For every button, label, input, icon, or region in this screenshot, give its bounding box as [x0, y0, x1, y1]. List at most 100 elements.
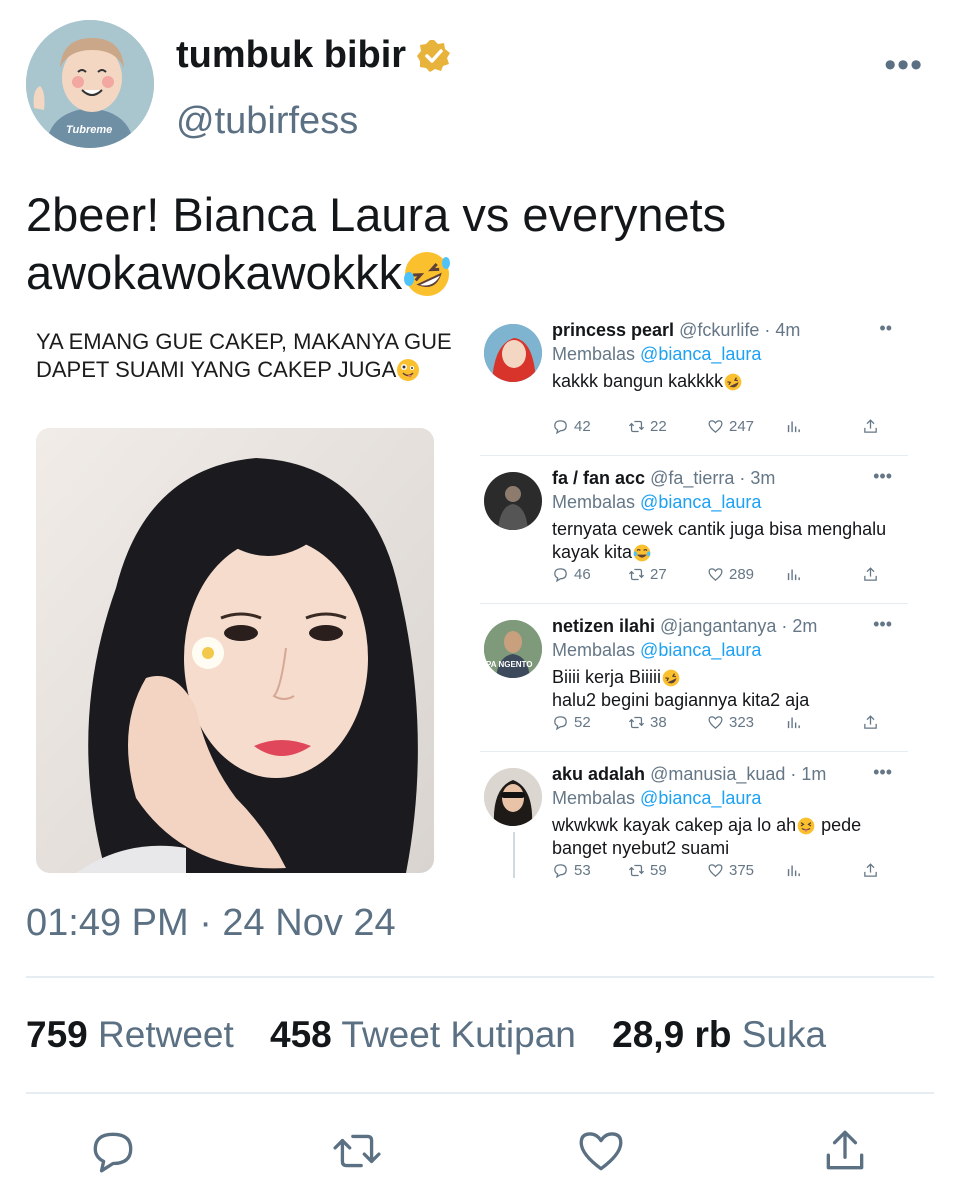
- analytics-icon: [787, 421, 800, 433]
- avatar-shirt-text: Tubreme: [66, 124, 113, 136]
- reply-body: kakkk bangun kakkkk: [552, 370, 892, 393]
- reply-meta: @jangantanya · 2m: [660, 616, 818, 636]
- verified-badge-icon: [417, 39, 451, 72]
- reply-name[interactable]: aku adalah: [552, 764, 645, 784]
- comment-icon: [554, 568, 567, 583]
- comment-icon: [93, 1132, 133, 1173]
- display-name[interactable]: tumbuk bibir: [176, 34, 452, 77]
- retweet-button[interactable]: [332, 1126, 382, 1176]
- reply-avatar[interactable]: [484, 472, 542, 530]
- share-icon: [864, 715, 877, 729]
- quotes-label: Tweet Kutipan: [341, 1014, 576, 1055]
- heart-icon: [579, 1132, 623, 1171]
- reply-to-link[interactable]: @bianca_laura: [640, 344, 761, 364]
- reply-comment-action[interactable]: 46: [552, 566, 591, 583]
- reply-like-action[interactable]: 323: [707, 714, 754, 731]
- reply-body-line1: Biiii kerja Biiiii: [552, 667, 662, 687]
- divider: [26, 976, 934, 978]
- retweets-stat[interactable]: 759 Retweet: [26, 1014, 234, 1055]
- reply-to-link[interactable]: @bianca_laura: [640, 492, 761, 512]
- reply-name[interactable]: fa / fan acc: [552, 468, 645, 488]
- reply-comment-count: 42: [574, 418, 591, 435]
- reply-share-action[interactable]: [862, 714, 879, 731]
- reply-item[interactable]: PA NGENTO netizen ilahi @jangantanya · 2…: [480, 604, 908, 752]
- reply-analytics-action[interactable]: [785, 418, 802, 435]
- reply-item[interactable]: aku adalah @manusia_kuad · 1m ••• Membal…: [480, 752, 908, 878]
- reply-actions: 52 38 323: [552, 714, 882, 736]
- reply-analytics-action[interactable]: [785, 714, 802, 731]
- reply-body-part1: wkwkwk kayak cakep aja lo ah: [552, 815, 797, 835]
- reply-more-icon[interactable]: •••: [873, 614, 892, 635]
- heart-icon: [708, 716, 723, 729]
- display-name-text: tumbuk bibir: [176, 34, 407, 76]
- reply-item[interactable]: princess pearl @fckurlife · 4m •• Membal…: [480, 318, 908, 456]
- reply-to-label: Membalas: [552, 640, 636, 660]
- tweet-media[interactable]: YA EMANG GUE CAKEP, MAKANYA GUE DAPET SU…: [26, 318, 908, 878]
- reply-analytics-action[interactable]: [785, 862, 802, 878]
- reply-like-count: 289: [729, 566, 755, 583]
- reply-name[interactable]: princess pearl: [552, 320, 674, 340]
- handle[interactable]: @tubirfess: [176, 100, 358, 143]
- quotes-stat[interactable]: 458 Tweet Kutipan: [270, 1014, 576, 1055]
- reply-like-action[interactable]: 375: [707, 862, 754, 878]
- reply-retweet-count: 59: [650, 862, 667, 878]
- reply-share-action[interactable]: [862, 418, 879, 435]
- tweet-timestamp[interactable]: 01:49 PM · 24 Nov 24: [26, 902, 396, 945]
- selfie-photo[interactable]: [36, 428, 434, 873]
- reply-like-action[interactable]: 247: [707, 418, 754, 435]
- reply-header: aku adalah @manusia_kuad · 1m: [552, 764, 826, 785]
- reply-like-count: 375: [729, 862, 755, 878]
- reply-to-line: Membalas @bianca_laura: [552, 788, 761, 809]
- divider: [26, 1092, 934, 1094]
- reply-like-action[interactable]: 289: [707, 566, 754, 583]
- reply-retweet-count: 22: [650, 418, 667, 435]
- analytics-icon: [787, 865, 800, 877]
- retweets-label: Retweet: [98, 1014, 234, 1055]
- reply-share-action[interactable]: [862, 566, 879, 583]
- reply-more-icon[interactable]: ••: [879, 318, 892, 339]
- reply-actions: 53 59 375: [552, 862, 882, 878]
- reply-comment-action[interactable]: 42: [552, 418, 591, 435]
- reply-retweet-action[interactable]: 22: [628, 418, 667, 435]
- reply-comment-action[interactable]: 52: [552, 714, 591, 731]
- engagement-stats: 759 Retweet 458 Tweet Kutipan 28,9 rb Su…: [26, 1014, 826, 1056]
- heart-icon: [708, 568, 723, 581]
- reply-avatar[interactable]: [484, 768, 542, 826]
- reply-more-icon[interactable]: •••: [873, 762, 892, 783]
- reply-retweet-action[interactable]: 59: [628, 862, 667, 878]
- reply-button[interactable]: [88, 1126, 138, 1176]
- share-button[interactable]: [820, 1126, 870, 1176]
- reply-to-line: Membalas @bianca_laura: [552, 344, 761, 365]
- reply-to-link[interactable]: @bianca_laura: [640, 640, 761, 660]
- rofl-emoji-icon: [724, 373, 742, 391]
- tweet-action-bar: [0, 1126, 959, 1182]
- reply-body-line2: halu2 begini bagiannya kita2 aja: [552, 690, 810, 710]
- retweet-icon: [628, 864, 645, 877]
- reply-meta: @fckurlife · 4m: [679, 320, 801, 340]
- reply-avatar[interactable]: [484, 324, 542, 382]
- reply-item[interactable]: fa / fan acc @fa_tierra · 3m ••• Membala…: [480, 456, 908, 604]
- profile-avatar[interactable]: Tubreme: [26, 20, 154, 148]
- reply-like-count: 247: [729, 418, 755, 435]
- more-options-icon[interactable]: •••: [884, 46, 923, 85]
- reply-meta: @manusia_kuad · 1m: [650, 764, 827, 784]
- rofl-emoji-icon: [404, 252, 451, 296]
- media-caption-text: YA EMANG GUE CAKEP, MAKANYA GUE DAPET SU…: [36, 329, 452, 382]
- reply-comment-action[interactable]: 53: [552, 862, 591, 878]
- reply-to-link[interactable]: @bianca_laura: [640, 788, 761, 808]
- quotes-count: 458: [270, 1014, 332, 1055]
- reply-retweet-action[interactable]: 38: [628, 714, 667, 731]
- like-button[interactable]: [576, 1126, 626, 1176]
- reply-analytics-action[interactable]: [785, 566, 802, 583]
- reply-more-icon[interactable]: •••: [873, 466, 892, 487]
- reply-meta: @fa_tierra · 3m: [650, 468, 776, 488]
- likes-stat[interactable]: 28,9 rb Suka: [612, 1014, 826, 1055]
- reply-avatar[interactable]: PA NGENTO: [484, 620, 542, 678]
- comment-icon: [554, 420, 567, 435]
- comment-icon: [554, 864, 567, 878]
- reply-to-line: Membalas @bianca_laura: [552, 640, 761, 661]
- reply-retweet-action[interactable]: 27: [628, 566, 667, 583]
- reply-share-action[interactable]: [862, 862, 879, 878]
- reply-name[interactable]: netizen ilahi: [552, 616, 655, 636]
- likes-count: 28,9 rb: [612, 1014, 732, 1055]
